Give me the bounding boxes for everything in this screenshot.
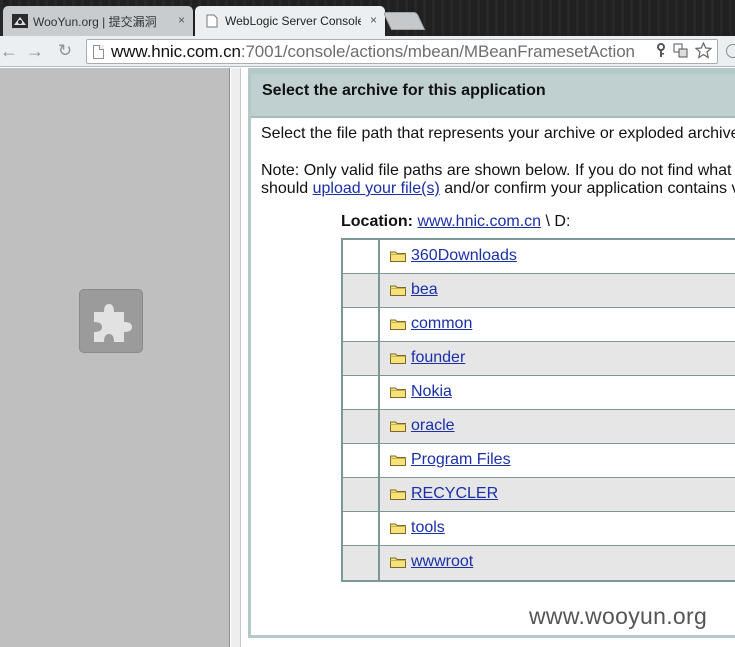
section-title: Select the archive for this application: [251, 74, 735, 118]
tab-title: WooYun.org | 提交漏洞: [33, 14, 157, 29]
directory-row: wwwroot: [343, 546, 735, 580]
directory-cell: founder: [380, 342, 735, 375]
directory-row: 360Downloads: [343, 240, 735, 274]
folder-icon: [390, 317, 406, 330]
url-host: www.hnic.com.cn: [111, 42, 241, 61]
back-button[interactable]: ←: [0, 41, 20, 61]
note-prefix: should: [261, 180, 313, 197]
folder-icon: [390, 453, 406, 466]
directory-link[interactable]: RECYCLER: [411, 485, 498, 503]
tab-title: WebLogic Server Console: [225, 14, 361, 28]
browser-toolbar: ← → ↻ www.hnic.com.cn:7001/console/actio…: [0, 36, 735, 67]
new-tab-button[interactable]: [382, 12, 426, 30]
folder-icon: [390, 283, 406, 296]
star-icon[interactable]: [694, 41, 713, 62]
folder-icon: [390, 487, 406, 500]
directory-cell: bea: [380, 274, 735, 307]
left-frame: [0, 68, 230, 647]
translate-icon[interactable]: [673, 43, 688, 61]
wooyun-favicon-icon: [12, 14, 28, 28]
directory-link[interactable]: Nokia: [411, 383, 452, 401]
location-host-link[interactable]: www.hnic.com.cn: [417, 213, 541, 230]
directory-row-spacer: [343, 342, 380, 375]
folder-icon: [390, 351, 406, 364]
directory-link[interactable]: wwwroot: [411, 553, 473, 571]
directory-cell: RECYCLER: [380, 478, 735, 511]
url-text[interactable]: www.hnic.com.cn:7001/console/actions/mbe…: [111, 42, 635, 62]
directory-table: 360Downloads bea common founder Nokia oracle P…: [341, 238, 735, 582]
tab-close-icon[interactable]: ×: [370, 13, 377, 27]
directory-cell: 360Downloads: [380, 240, 735, 273]
directory-row: tools: [343, 512, 735, 546]
note-text-continued: should upload your file(s) and/or confir…: [261, 180, 735, 198]
directory-row-spacer: [343, 376, 380, 409]
directory-link[interactable]: tools: [411, 519, 445, 537]
folder-icon: [390, 521, 406, 534]
omnibox-actions: [649, 40, 715, 63]
directory-row: bea: [343, 274, 735, 308]
watermark: www.wooyun.org: [529, 603, 708, 629]
frame-edge: [241, 68, 245, 647]
reload-button[interactable]: ↻: [54, 41, 76, 61]
directory-row-spacer: [343, 512, 380, 545]
directory-row-spacer: [343, 444, 380, 477]
directory-row: Program Files: [343, 444, 735, 478]
upload-files-link[interactable]: upload your file(s): [313, 180, 440, 197]
url-path: :7001/console/actions/mbean/MBeanFramese…: [240, 42, 635, 61]
content-frame: Select the archive for this application …: [248, 68, 735, 638]
plugin-placeholder[interactable]: [79, 289, 143, 353]
directory-link[interactable]: Program Files: [411, 451, 511, 469]
tab-strip: WooYun.org | 提交漏洞 × WebLogic Server Cons…: [0, 0, 735, 36]
directory-link[interactable]: bea: [411, 281, 438, 299]
directory-row-spacer: [343, 410, 380, 443]
frame-divider[interactable]: [231, 68, 241, 647]
puzzle-piece-icon: [94, 304, 132, 342]
directory-row: founder: [343, 342, 735, 376]
page-favicon-icon: [204, 14, 220, 28]
directory-row: oracle: [343, 410, 735, 444]
directory-link[interactable]: founder: [411, 349, 465, 367]
tab-weblogic[interactable]: WebLogic Server Console ×: [195, 6, 385, 36]
directory-row-spacer: [343, 546, 380, 580]
location-breadcrumb: Location: www.hnic.com.cn \ D:: [341, 213, 570, 231]
folder-icon: [390, 249, 406, 262]
directory-link[interactable]: common: [411, 315, 472, 333]
directory-row: Nokia: [343, 376, 735, 410]
directory-cell: Program Files: [380, 444, 735, 477]
folder-icon: [390, 555, 406, 568]
directory-row-spacer: [343, 274, 380, 307]
directory-row: common: [343, 308, 735, 342]
directory-cell: Nokia: [380, 376, 735, 409]
note-suffix: and/or confirm your application contains…: [439, 180, 735, 197]
location-drive: \ D:: [541, 213, 571, 230]
directory-row-spacer: [343, 308, 380, 341]
directory-cell: common: [380, 308, 735, 341]
location-label: Location:: [341, 213, 413, 230]
directory-link[interactable]: oracle: [411, 417, 455, 435]
page-icon: [93, 45, 104, 59]
folder-icon: [390, 385, 406, 398]
directory-link[interactable]: 360Downloads: [411, 247, 517, 265]
forward-button[interactable]: →: [24, 41, 46, 61]
directory-cell: oracle: [380, 410, 735, 443]
directory-row: RECYCLER: [343, 478, 735, 512]
folder-icon: [390, 419, 406, 432]
directory-row-spacer: [343, 478, 380, 511]
key-icon[interactable]: [656, 42, 666, 61]
tab-close-icon[interactable]: ×: [178, 13, 185, 27]
directory-cell: wwwroot: [380, 546, 735, 580]
directory-cell: tools: [380, 512, 735, 545]
note-text: Note: Only valid file paths are shown be…: [261, 162, 732, 179]
directory-row-spacer: [343, 240, 380, 273]
extension-icon[interactable]: [726, 44, 735, 58]
address-bar[interactable]: www.hnic.com.cn:7001/console/actions/mbe…: [86, 39, 718, 64]
intro-text: Select the file path that represents you…: [261, 125, 735, 142]
tab-wooyun[interactable]: WooYun.org | 提交漏洞 ×: [3, 6, 193, 36]
